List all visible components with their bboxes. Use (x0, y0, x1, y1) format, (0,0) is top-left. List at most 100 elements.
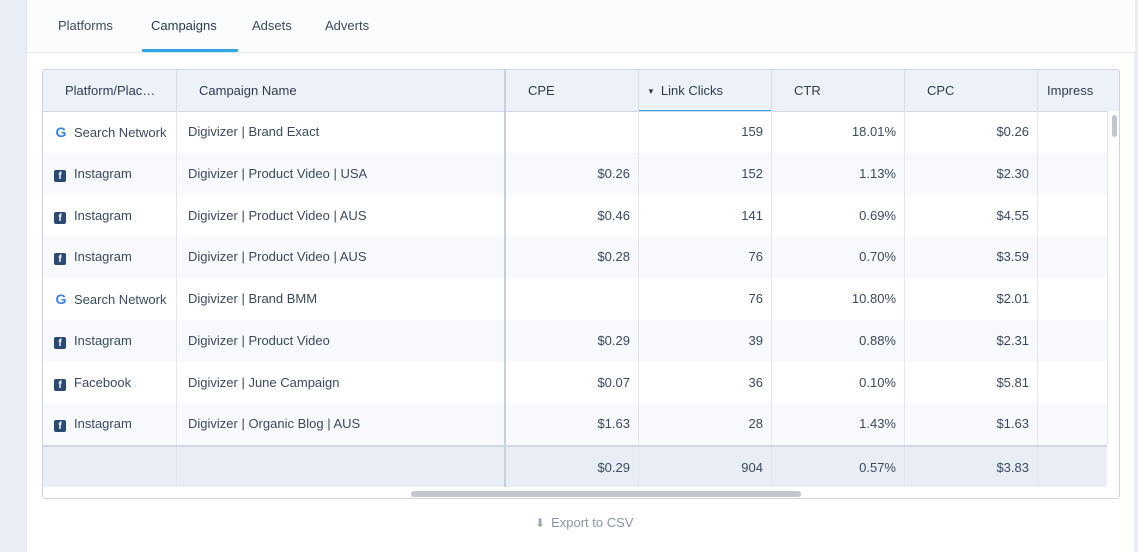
cell-cpe: $0.46 (506, 194, 639, 237)
tab-adverts[interactable]: Adverts (325, 18, 385, 52)
cell-platform: f Instagram (43, 403, 177, 446)
table-row[interactable]: f Instagram Digivizer | Product Video $0.29… (43, 319, 1107, 362)
cell-link-clicks: 28 (639, 403, 772, 446)
cell-link-clicks: 141 (639, 194, 772, 237)
cell-impressions (1038, 195, 1107, 237)
table-row[interactable]: f Instagram Digivizer | Organic Blog | AUS… (43, 403, 1107, 446)
cell-ctr: 0.69% (772, 194, 905, 237)
table-row[interactable]: f Instagram Digivizer | Product Video | AU… (43, 236, 1107, 279)
totals-ctr: 0.57% (772, 447, 905, 489)
cell-link-clicks: 39 (639, 319, 772, 362)
platform-label: Search Network (74, 292, 167, 307)
column-header-cpc[interactable]: CPC (905, 70, 1038, 111)
cell-link-clicks: 159 (639, 111, 772, 153)
totals-cpe: $0.29 (506, 447, 639, 489)
cell-impressions (1038, 236, 1107, 278)
totals-link-clicks: 904 (639, 447, 772, 489)
cell-cpc: $1.63 (905, 403, 1038, 446)
report-panel: Platforms Campaigns Adsets Adverts Platf… (26, 0, 1135, 552)
facebook-icon: f (54, 336, 66, 349)
tab-platforms[interactable]: Platforms (58, 18, 124, 52)
vertical-scrollbar[interactable] (1107, 111, 1119, 445)
cell-platform: f Instagram (43, 236, 177, 279)
column-header-campaign-name[interactable]: Campaign Name (177, 70, 506, 111)
cell-cpc: $4.55 (905, 194, 1038, 237)
facebook-icon: f (54, 420, 66, 433)
cell-impressions (1038, 320, 1107, 362)
cell-cpc: $2.31 (905, 319, 1038, 362)
table-header: Platform/Plac… Campaign Name CPE ▼ Link C… (43, 70, 1119, 112)
cell-cpe (506, 111, 639, 153)
cell-ctr: 0.10% (772, 361, 905, 404)
platform-label: Instagram (74, 165, 132, 181)
facebook-icon: f (54, 211, 66, 224)
cell-campaign: Digivizer | Product Video (177, 319, 506, 362)
cell-impressions (1038, 278, 1107, 320)
cell-ctr: 0.88% (772, 319, 905, 362)
column-header-platform[interactable]: Platform/Plac… (43, 70, 177, 111)
cell-link-clicks: 152 (639, 152, 772, 195)
table-row[interactable]: f Instagram Digivizer | Product Video | US… (43, 152, 1107, 195)
platform-label: Facebook (74, 374, 132, 390)
cell-cpc: $2.01 (905, 278, 1038, 320)
cell-campaign: Digivizer | Product Video | AUS (177, 194, 506, 237)
cell-cpe: $0.07 (506, 361, 639, 404)
export-csv-button[interactable]: ⬇ Export to CSV (535, 515, 633, 530)
cell-link-clicks: 76 (639, 236, 772, 279)
cell-ctr: 0.70% (772, 236, 905, 279)
cell-platform: f Instagram (43, 152, 177, 195)
facebook-icon: f (54, 169, 66, 182)
totals-row: $0.29 904 0.57% $3.83 (43, 445, 1107, 489)
cell-platform: f Instagram (43, 194, 177, 237)
column-header-cpe[interactable]: CPE (506, 70, 639, 111)
cell-cpc: $0.26 (905, 111, 1038, 153)
cell-link-clicks: 76 (639, 278, 772, 320)
horizontal-scroll-thumb[interactable] (411, 491, 801, 497)
tab-campaigns[interactable]: Campaigns (142, 18, 238, 52)
cell-campaign: Digivizer | Brand BMM (177, 278, 506, 320)
platform-label: Search Network (74, 125, 167, 140)
cell-ctr: 18.01% (772, 111, 905, 153)
table-row[interactable]: G Search Network Digivizer | Brand BMM 76 10… (43, 278, 1107, 320)
cell-cpc: $2.30 (905, 152, 1038, 195)
cell-ctr: 1.13% (772, 152, 905, 195)
cell-cpc: $3.59 (905, 236, 1038, 279)
cell-link-clicks: 36 (639, 361, 772, 404)
cell-cpe: $0.29 (506, 319, 639, 362)
campaigns-table: Platform/Plac… Campaign Name CPE ▼ Link C… (42, 69, 1120, 499)
tab-adsets[interactable]: Adsets (252, 18, 302, 52)
cell-impressions (1038, 153, 1107, 195)
platform-label: Instagram (74, 249, 132, 265)
totals-cpc: $3.83 (905, 447, 1038, 489)
cell-impressions (1038, 111, 1107, 153)
platform-label: Instagram (74, 332, 132, 348)
google-icon: G (55, 291, 67, 307)
platform-label: Instagram (74, 416, 132, 432)
cell-cpe (506, 278, 639, 320)
cell-impressions (1038, 403, 1107, 445)
cell-platform: f Instagram (43, 319, 177, 362)
cell-cpe: $1.63 (506, 403, 639, 446)
cell-cpe: $0.28 (506, 236, 639, 279)
table-row[interactable]: G Search Network Digivizer | Brand Exact 15… (43, 111, 1107, 153)
cell-platform: G Search Network (43, 278, 177, 320)
totals-campaign-cell (177, 447, 506, 489)
table-row[interactable]: f Instagram Digivizer | Product Video | AU… (43, 194, 1107, 237)
horizontal-scrollbar[interactable] (43, 487, 1119, 498)
totals-impressions (1038, 447, 1107, 489)
cell-impressions (1038, 362, 1107, 404)
sort-descending-icon: ▼ (647, 87, 655, 96)
column-header-ctr[interactable]: CTR (772, 70, 905, 111)
cell-platform: G Search Network (43, 111, 177, 153)
cell-cpc: $5.81 (905, 361, 1038, 404)
vertical-scroll-thumb[interactable] (1112, 115, 1117, 137)
cell-ctr: 10.80% (772, 278, 905, 320)
cell-campaign: Digivizer | Product Video | USA (177, 152, 506, 195)
cell-campaign: Digivizer | Product Video | AUS (177, 236, 506, 279)
cell-campaign: Digivizer | June Campaign (177, 361, 506, 404)
cell-campaign: Digivizer | Brand Exact (177, 111, 506, 153)
column-header-link-clicks[interactable]: ▼ Link Clicks (639, 70, 772, 111)
cell-cpe: $0.26 (506, 152, 639, 195)
table-row[interactable]: f Facebook Digivizer | June Campaign $0.07 3… (43, 361, 1107, 404)
column-header-impressions[interactable]: Impress (1038, 70, 1119, 111)
